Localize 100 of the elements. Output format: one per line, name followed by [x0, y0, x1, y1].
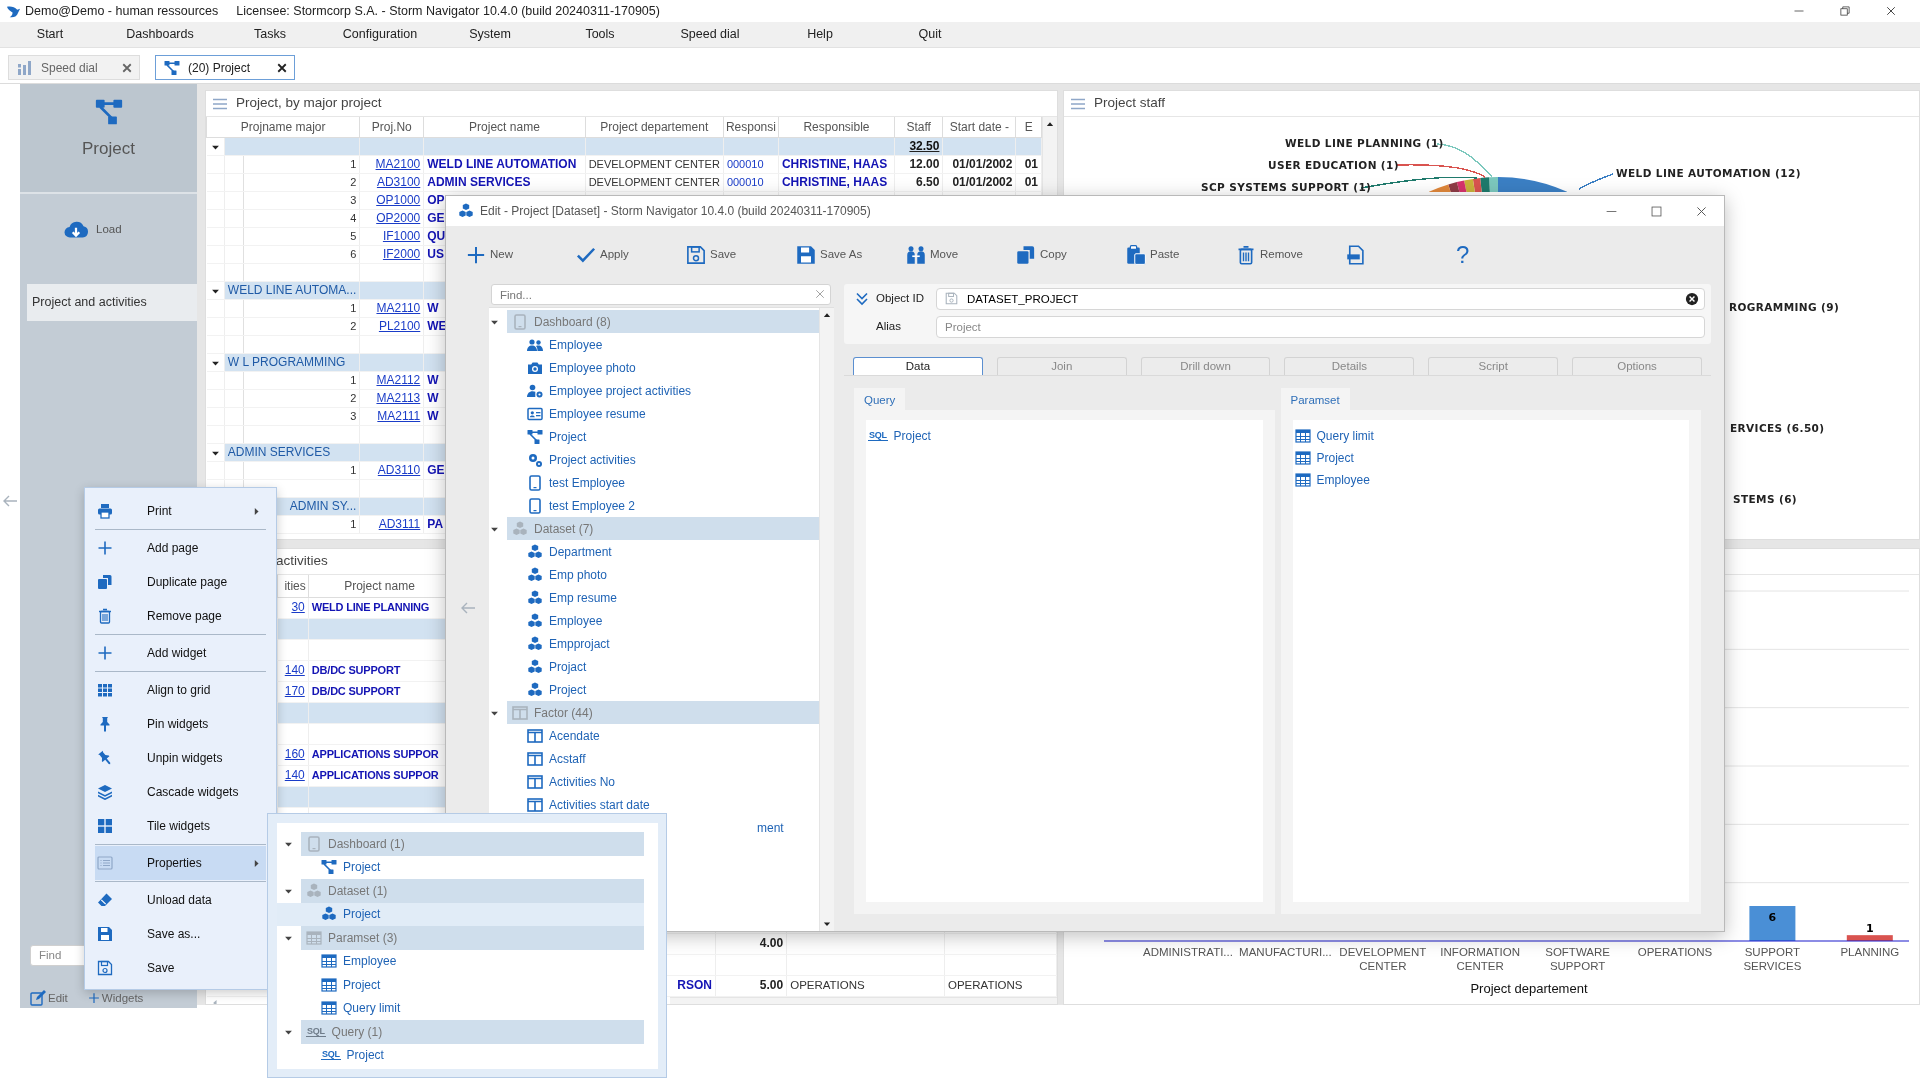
widgets-button[interactable]: Widgets: [87, 989, 144, 1007]
panel-tab[interactable]: Query: [854, 388, 906, 410]
scrollbar[interactable]: [819, 308, 834, 931]
close-icon[interactable]: [276, 61, 288, 74]
activity-link[interactable]: 140: [284, 768, 305, 782]
menu-item[interactable]: Add page: [95, 531, 266, 565]
menu-item[interactable]: Unload data: [95, 883, 266, 917]
menu-item[interactable]: Tile widgets: [95, 809, 266, 843]
tree-item[interactable]: Project: [277, 902, 644, 926]
toolbar-button[interactable]: Save As: [796, 245, 906, 265]
column-header[interactable]: Responsible: [778, 117, 895, 137]
project-link[interactable]: MA2112: [376, 373, 421, 387]
toolbar-button[interactable]: Apply: [576, 245, 686, 265]
edit-button[interactable]: Edit: [30, 989, 68, 1007]
collapse-icon[interactable]: [854, 291, 870, 307]
project-link[interactable]: PL2100: [378, 319, 421, 333]
tab[interactable]: Data: [853, 357, 983, 375]
menu-item[interactable]: Tasks: [215, 25, 325, 44]
toolbar-button[interactable]: Move: [906, 245, 1016, 265]
tree-item[interactable]: Activities start date: [489, 793, 819, 816]
panel-tab[interactable]: Paramset: [1280, 388, 1350, 410]
menu-item[interactable]: Save: [95, 951, 266, 985]
menu-item[interactable]: Properties: [95, 846, 266, 880]
menu-item[interactable]: Print: [95, 494, 266, 528]
tree-item[interactable]: Projact: [489, 655, 819, 678]
menu-item[interactable]: Start: [0, 25, 105, 44]
column-header[interactable]: Proj.No: [359, 117, 424, 137]
project-link[interactable]: IF1000: [382, 229, 421, 243]
column-header[interactable]: Responsi: [723, 117, 779, 137]
restore-icon[interactable]: [1839, 5, 1851, 17]
tree-item[interactable]: Acstaff: [489, 747, 819, 770]
menu-item[interactable]: System: [435, 25, 545, 44]
column-header[interactable]: Staff: [894, 117, 943, 137]
tree-item[interactable]: Project: [489, 425, 819, 448]
alias-field[interactable]: Project: [936, 316, 1705, 338]
list-item[interactable]: SQL Project: [868, 425, 1263, 447]
menu-item[interactable]: Tools: [545, 25, 655, 44]
toolbar-button[interactable]: New: [466, 245, 576, 265]
menu-item[interactable]: Unpin widgets: [95, 741, 266, 775]
toolbar-button[interactable]: Copy: [1016, 245, 1126, 265]
column-header[interactable]: Project name: [423, 117, 586, 137]
tree-item[interactable]: Query limit: [277, 996, 644, 1020]
list-item[interactable]: Project: [1294, 447, 1689, 469]
activity-link[interactable]: 140: [284, 663, 305, 677]
load-button[interactable]: Load: [60, 216, 126, 244]
tree-item[interactable]: Employee: [489, 333, 819, 356]
menu-item[interactable]: Configuration: [325, 25, 435, 44]
tree-item[interactable]: Department: [489, 540, 819, 563]
menu-item[interactable]: Pin widgets: [95, 707, 266, 741]
tree-item[interactable]: ment: [757, 818, 784, 837]
tree-item[interactable]: Emp photo: [489, 563, 819, 586]
project-link[interactable]: IF2000: [382, 247, 421, 261]
object-id-field[interactable]: DATASET_PROJECT: [936, 288, 1705, 310]
menu-item[interactable]: Quit: [875, 25, 985, 44]
project-link[interactable]: MA2110: [376, 301, 421, 315]
clear-icon[interactable]: [1685, 292, 1699, 306]
list-item[interactable]: Employee: [1294, 469, 1689, 491]
column-header[interactable]: Project departement: [585, 117, 724, 137]
help-button[interactable]: ?: [1456, 243, 1566, 267]
activity-link[interactable]: 160: [284, 747, 305, 761]
project-link[interactable]: AD3111: [378, 517, 421, 531]
menu-item[interactable]: Speed dial: [655, 25, 765, 44]
tree-item[interactable]: Employee project activities: [489, 379, 819, 402]
menu-item[interactable]: Cascade widgets: [95, 775, 266, 809]
menu-item[interactable]: Dashboards: [105, 25, 215, 44]
tree-item[interactable]: Acendate: [489, 724, 819, 747]
project-link[interactable]: MA2113: [376, 391, 421, 405]
activity-link[interactable]: 170: [284, 684, 305, 698]
tree-item[interactable]: Employee: [489, 609, 819, 632]
menu-item[interactable]: Remove page: [95, 599, 266, 633]
tree-item[interactable]: Project: [277, 973, 644, 997]
project-link[interactable]: OP2000: [376, 211, 421, 225]
toolbar-button[interactable]: Remove: [1236, 245, 1346, 265]
column-header[interactable]: E: [1015, 117, 1042, 137]
menu-item[interactable]: Add widget: [95, 636, 266, 670]
close-icon[interactable]: [1695, 204, 1708, 218]
tab[interactable]: Speed dial: [8, 55, 140, 80]
sidebar-item[interactable]: Project and activities: [27, 284, 197, 321]
project-link[interactable]: AD3110: [377, 463, 421, 477]
toolbar-button[interactable]: Paste: [1126, 245, 1236, 265]
project-link[interactable]: MA2111: [377, 409, 421, 423]
tree-item[interactable]: Project activities: [489, 448, 819, 471]
activity-link[interactable]: 30: [291, 600, 305, 614]
menu-item[interactable]: Save as...: [95, 917, 266, 951]
tree-item[interactable]: Employee photo: [489, 356, 819, 379]
list-item[interactable]: Query limit: [1294, 425, 1689, 447]
tree-item[interactable]: Project: [277, 855, 644, 879]
tree-item[interactable]: test Employee: [489, 471, 819, 494]
project-link[interactable]: AD3100: [376, 175, 421, 189]
column-header[interactable]: Start date -: [942, 117, 1016, 137]
tree-item[interactable]: test Employee 2: [489, 494, 819, 517]
tree-item[interactable]: Employee: [277, 949, 644, 973]
tree-item[interactable]: Employee resume: [489, 402, 819, 425]
tree-item[interactable]: Emp resume: [489, 586, 819, 609]
tab[interactable]: (20) Project: [155, 55, 295, 80]
menu-item[interactable]: Duplicate page: [95, 565, 266, 599]
tree-item[interactable]: SQL Project: [277, 1043, 644, 1067]
menu-item[interactable]: Align to grid: [95, 673, 266, 707]
column-header[interactable]: Projname major: [206, 117, 360, 137]
tree-item[interactable]: Activities No: [489, 770, 819, 793]
